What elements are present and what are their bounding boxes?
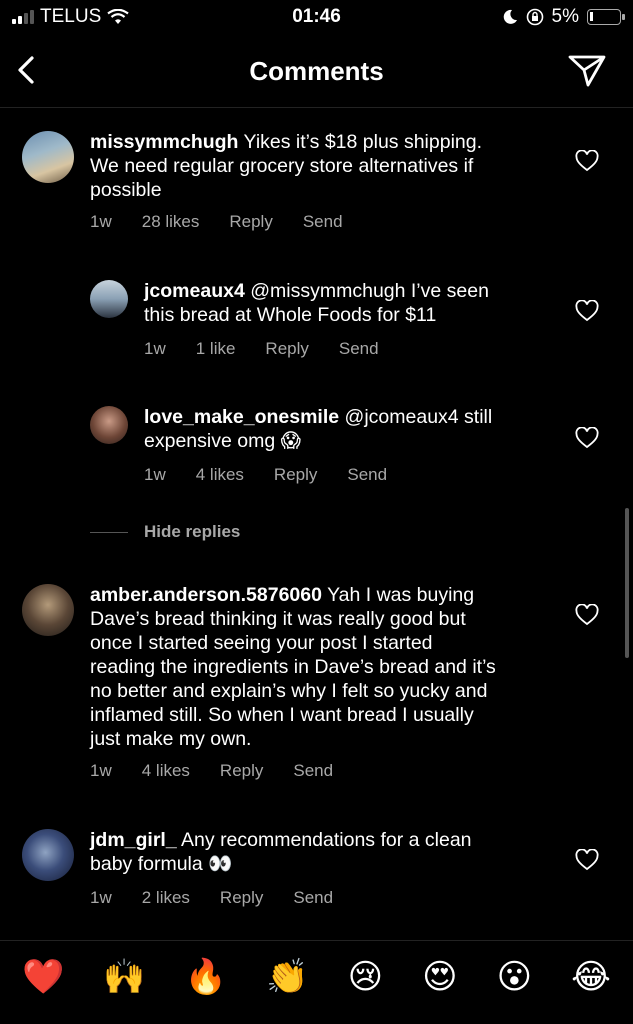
page-title: Comments xyxy=(249,56,384,86)
comment-time: 1w xyxy=(144,339,166,358)
reply-button[interactable]: Reply xyxy=(265,339,308,359)
comment-line: Yah I was buying xyxy=(327,584,475,606)
comment-line: @jcomeaux4 still xyxy=(344,406,493,428)
comment-line: Any recommendations for a clean xyxy=(181,829,472,851)
avatar[interactable] xyxy=(90,406,128,444)
comment-line: inflamed still. So when I want bread I u… xyxy=(90,704,474,726)
comment-line: possible xyxy=(90,179,162,201)
status-bar: TELUS 01:46 5% xyxy=(0,0,633,36)
likes-count[interactable]: 4 likes xyxy=(196,465,244,485)
comment-text: jdm_girl_ Any recommendations for a clea… xyxy=(90,828,570,876)
send-button[interactable]: Send xyxy=(347,465,387,485)
likes-count[interactable]: 2 likes xyxy=(142,888,190,908)
comment-line: We need regular grocery store alternativ… xyxy=(90,155,474,177)
avatar[interactable] xyxy=(22,584,74,636)
comment-meta: 1w 4 likes Reply Send xyxy=(90,761,363,781)
comment-line: reading the ingredients in Dave’s bread … xyxy=(90,656,496,678)
comment-line: @missymmchugh I’ve seen xyxy=(250,280,489,302)
reply-button[interactable]: Reply xyxy=(220,888,263,908)
comment-meta: 1w 1 like Reply Send xyxy=(144,339,409,359)
emoji-raised-hands[interactable]: 🙌 xyxy=(103,957,145,997)
heart-icon[interactable] xyxy=(575,427,599,449)
send-button[interactable]: Send xyxy=(293,761,333,781)
username[interactable]: love_make_onesmile xyxy=(144,406,339,428)
comment-line: Dave’s bread thinking it was really good… xyxy=(90,608,466,630)
username[interactable]: jdm_girl_ xyxy=(90,829,177,851)
comment-line: once I started seeing your post I starte… xyxy=(90,632,433,654)
heart-icon[interactable] xyxy=(575,300,599,322)
comment-text: missymmchugh Yikes it’s $18 plus shippin… xyxy=(90,130,570,202)
comment-meta: 1w 4 likes Reply Send xyxy=(144,465,417,485)
heart-icon[interactable] xyxy=(575,150,599,172)
reply-button[interactable]: Reply xyxy=(274,465,317,485)
comment-time: 1w xyxy=(90,888,112,907)
divider xyxy=(90,531,128,533)
username[interactable]: jcomeaux4 xyxy=(144,280,245,302)
comment-line: this bread at Whole Foods for $11 xyxy=(144,304,437,326)
comment-time: 1w xyxy=(90,212,112,231)
username[interactable]: amber.anderson.5876060 xyxy=(90,584,322,606)
send-button[interactable]: Send xyxy=(293,888,333,908)
comment-line: no better and explain’s why I felt so yu… xyxy=(90,680,488,702)
comment-text: love_make_onesmile @jcomeaux4 still expe… xyxy=(144,405,564,453)
avatar[interactable] xyxy=(90,280,128,318)
moon-icon xyxy=(503,9,517,24)
comment-meta: 1w 28 likes Reply Send xyxy=(90,212,373,232)
comment-time: 1w xyxy=(144,465,166,484)
reply-button[interactable]: Reply xyxy=(220,761,263,781)
heart-icon[interactable] xyxy=(575,849,599,871)
likes-count[interactable]: 4 likes xyxy=(142,761,190,781)
comment-line: Yikes it’s $18 plus shipping. xyxy=(243,131,483,153)
emoji-crying[interactable]: 😢 xyxy=(348,957,383,997)
status-right: 5% xyxy=(502,6,625,28)
comment-text: jcomeaux4 @missymmchugh I’ve seen this b… xyxy=(144,279,564,327)
heart-icon[interactable] xyxy=(575,604,599,626)
send-icon[interactable] xyxy=(567,52,607,90)
comment-line: expensive omg 😱 xyxy=(144,430,301,452)
emoji-bar: ❤️ 🙌 🔥 👏 😢 😍 😮 😂 xyxy=(0,940,633,1024)
send-button[interactable]: Send xyxy=(303,212,343,232)
comment-line: just make my own. xyxy=(90,728,252,750)
avatar[interactable] xyxy=(22,131,74,183)
scrollbar[interactable] xyxy=(625,508,629,658)
emoji-clap[interactable]: 👏 xyxy=(266,957,308,997)
emoji-laughing[interactable]: 😂 xyxy=(571,957,611,997)
emoji-surprised[interactable]: 😮 xyxy=(497,957,532,997)
comment-time: 1w xyxy=(90,761,112,780)
likes-count[interactable]: 28 likes xyxy=(142,212,200,232)
battery-icon xyxy=(587,9,625,25)
username[interactable]: missymmchugh xyxy=(90,131,238,153)
reply-button[interactable]: Reply xyxy=(229,212,272,232)
send-button[interactable]: Send xyxy=(339,339,379,359)
battery-percent: 5% xyxy=(551,6,579,27)
emoji-fire[interactable]: 🔥 xyxy=(185,957,227,997)
hide-replies-label: Hide replies xyxy=(144,522,241,541)
likes-count[interactable]: 1 like xyxy=(196,339,236,359)
rotation-lock-icon xyxy=(526,8,543,26)
avatar[interactable] xyxy=(22,829,74,881)
comment-line: baby formula 👀 xyxy=(90,853,233,875)
emoji-heart[interactable]: ❤️ xyxy=(22,957,64,997)
header: Comments xyxy=(0,36,633,108)
emoji-heart-eyes[interactable]: 😍 xyxy=(422,957,457,997)
comment-text: amber.anderson.5876060 Yah I was buying … xyxy=(90,583,570,751)
hide-replies-button[interactable]: Hide replies xyxy=(90,522,240,542)
comment-meta: 1w 2 likes Reply Send xyxy=(90,888,363,908)
